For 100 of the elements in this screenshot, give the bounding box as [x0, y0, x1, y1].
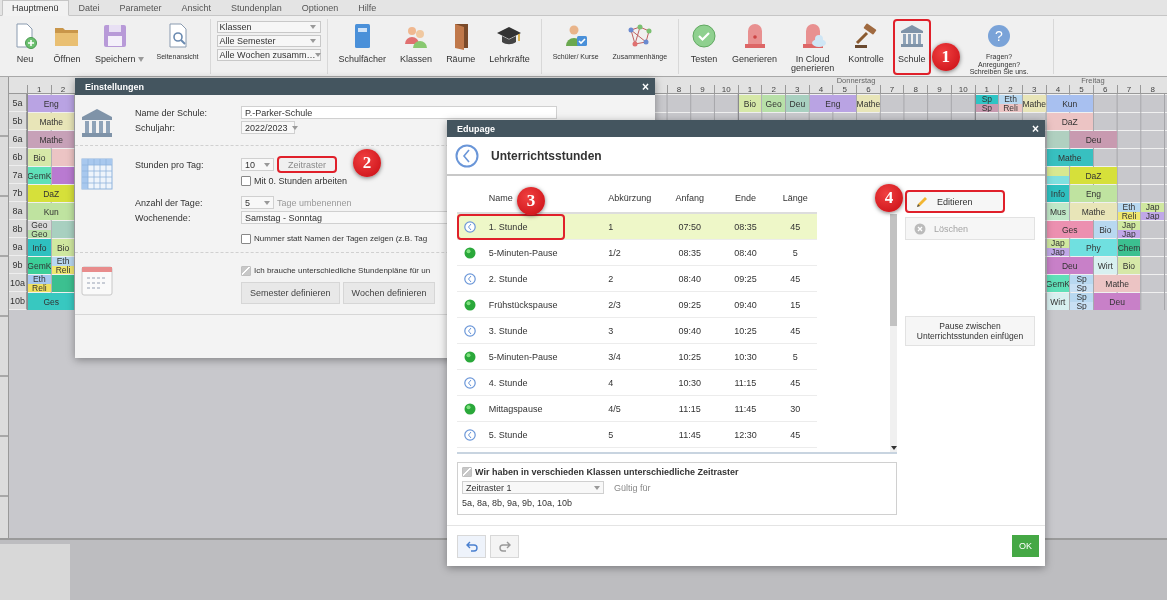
lesson-cell[interactable]: Deu [1046, 257, 1093, 274]
lesson-cell[interactable]: Jap [1046, 239, 1070, 248]
dropdown[interactable]: Zeitraster 1 [462, 481, 604, 494]
table-row[interactable]: 5-Minuten-Pause 1/2 08:35 08:40 5 [457, 240, 817, 266]
lesson-cell[interactable]: Wirt [1093, 257, 1117, 274]
define-button[interactable]: Semester definieren [241, 282, 340, 304]
lesson-cell[interactable]: Info [1046, 185, 1070, 202]
toolbar-button[interactable]: Klassen [395, 19, 438, 75]
lesson-cell[interactable]: Mathe [1093, 275, 1141, 292]
lesson-cell[interactable]: Mathe [1046, 149, 1093, 166]
dropdown[interactable]: 10 [241, 158, 274, 171]
lesson-cell[interactable] [51, 221, 75, 238]
toolbar-button[interactable]: Lehrkräfte [484, 19, 535, 75]
dropdown[interactable]: 2022/2023 [241, 121, 295, 134]
table-row[interactable]: 4. Stunde 4 10:30 11:15 45 [457, 370, 817, 396]
lesson-cell[interactable]: Deu [1093, 293, 1141, 310]
lesson-cell[interactable]: Bio [1117, 257, 1141, 274]
insert-break-button[interactable]: Pause zwischen Unterrichtsstunden einfügen [905, 316, 1035, 346]
toolbar-dropdown[interactable]: Klassen [216, 21, 321, 33]
table-row[interactable]: 5-Minuten-Pause 3/4 10:25 10:30 5 [457, 344, 817, 370]
lesson-cell[interactable]: Eng [1070, 185, 1117, 202]
lesson-cell[interactable]: Jap [1046, 247, 1070, 256]
lesson-cell[interactable]: Bio [28, 149, 51, 166]
toolbar-button[interactable]: Schule [892, 19, 931, 75]
lesson-cell[interactable]: Sp [1070, 283, 1093, 292]
lesson-cell[interactable]: Reli [999, 103, 1022, 112]
lesson-cell[interactable] [1046, 131, 1070, 148]
lesson-cell[interactable]: DaZ [1070, 167, 1117, 184]
lesson-cell[interactable]: Mathe [1022, 95, 1046, 112]
lesson-cell[interactable]: Eth [51, 257, 75, 266]
toolbar-button[interactable]: Testen [685, 19, 724, 75]
lesson-cell[interactable] [51, 275, 75, 292]
menu-tab[interactable]: Ansicht [171, 0, 222, 16]
lesson-cell[interactable]: Kun [28, 203, 75, 220]
table-row[interactable]: 1. Stunde 1 07:50 08:35 45 [457, 214, 817, 240]
lesson-cell[interactable]: Eth [28, 275, 51, 284]
lesson-cell[interactable] [51, 149, 75, 166]
lesson-cell[interactable]: GemK [1046, 275, 1070, 292]
lesson-cell[interactable]: Sp [1070, 293, 1093, 302]
lesson-cell[interactable] [1046, 167, 1070, 176]
lesson-cell[interactable]: Eng [28, 95, 75, 112]
table-row[interactable]: Mittagspause 4/5 11:15 11:45 30 [457, 396, 817, 422]
lesson-cell[interactable]: Bio [738, 95, 762, 112]
menu-tab[interactable]: Hauptmenü [2, 0, 69, 16]
close-button[interactable]: × [1032, 122, 1039, 135]
lesson-cell[interactable]: Jap [1117, 229, 1141, 238]
lesson-cell[interactable]: DaZ [1046, 113, 1093, 130]
toolbar-dropdown[interactable]: Alle Semester [216, 35, 321, 47]
lesson-cell[interactable]: Geo [28, 229, 51, 238]
lesson-cell[interactable]: Ges [28, 293, 75, 310]
lesson-cell[interactable]: Sp [1070, 275, 1093, 284]
lesson-cell[interactable]: Geo [28, 221, 51, 230]
lesson-cell[interactable]: GemK [28, 167, 51, 184]
lesson-cell[interactable]: Reli [28, 283, 51, 292]
lesson-cell[interactable]: Deu [1070, 131, 1117, 148]
toolbar-button[interactable]: Generieren [727, 19, 783, 75]
toolbar-dropdown[interactable]: Alle Wochen zusamm… [216, 49, 321, 61]
lesson-cell[interactable]: Mathe [28, 131, 75, 148]
edit-button[interactable]: Editieren [905, 190, 1005, 213]
checkbox[interactable] [462, 467, 472, 477]
close-button[interactable]: × [642, 80, 649, 93]
lesson-cell[interactable]: Phy [1070, 239, 1117, 256]
toolbar-button[interactable]: Schulfächer [333, 19, 392, 75]
lesson-cell[interactable]: Geo [762, 95, 785, 112]
input-field[interactable]: P.-Parker-Schule [241, 106, 557, 119]
table-row[interactable]: 3. Stunde 3 09:40 10:25 45 [457, 318, 817, 344]
menu-tab[interactable]: Hilfe [348, 0, 387, 16]
checkbox[interactable] [241, 233, 251, 244]
menu-tab[interactable]: Parameter [109, 0, 172, 16]
toolbar-button[interactable]: Kontrolle [843, 19, 889, 75]
lesson-cell[interactable]: Deu [786, 95, 809, 112]
lesson-cell[interactable]: Eng [809, 95, 857, 112]
lesson-cell[interactable]: Info [28, 239, 51, 256]
table-row[interactable]: 5. Stunde 5 11:45 12:30 45 [457, 422, 817, 448]
lesson-cell[interactable]: Reli [51, 265, 75, 274]
lesson-cell[interactable]: Jap [1141, 203, 1164, 212]
lesson-cell[interactable] [51, 167, 75, 184]
menu-tab[interactable]: Stundenplan [221, 0, 292, 16]
lesson-cell[interactable] [1046, 175, 1070, 184]
lesson-cell[interactable]: Sp [975, 103, 999, 112]
lesson-cell[interactable]: Bio [51, 239, 75, 256]
lesson-cell[interactable]: Reli [1117, 211, 1141, 220]
lesson-cell[interactable]: Jap [1141, 211, 1164, 220]
lesson-cell[interactable]: DaZ [28, 185, 75, 202]
dropdown[interactable]: 5 [241, 196, 274, 209]
lesson-cell[interactable]: Bio [1093, 221, 1117, 238]
lesson-cell[interactable]: Sp [975, 95, 999, 104]
lesson-cell[interactable]: Eth [999, 95, 1022, 104]
scrollbar[interactable] [890, 214, 897, 452]
menu-tab[interactable]: Datei [68, 0, 110, 16]
lesson-cell[interactable]: Mathe [857, 95, 880, 112]
lesson-cell[interactable]: Wirt [1046, 293, 1070, 310]
lesson-cell[interactable]: Sp [1070, 301, 1093, 310]
lesson-cell[interactable]: Eth [1117, 203, 1141, 212]
lesson-cell[interactable]: GemK [28, 257, 51, 274]
toolbar-button[interactable]: Öffnen [48, 19, 86, 75]
lesson-cell[interactable]: Mathe [1070, 203, 1117, 220]
lesson-cell[interactable]: Jap [1117, 221, 1141, 230]
lesson-cell[interactable]: Mus [1046, 203, 1070, 220]
menu-tab[interactable]: Optionen [291, 0, 349, 16]
